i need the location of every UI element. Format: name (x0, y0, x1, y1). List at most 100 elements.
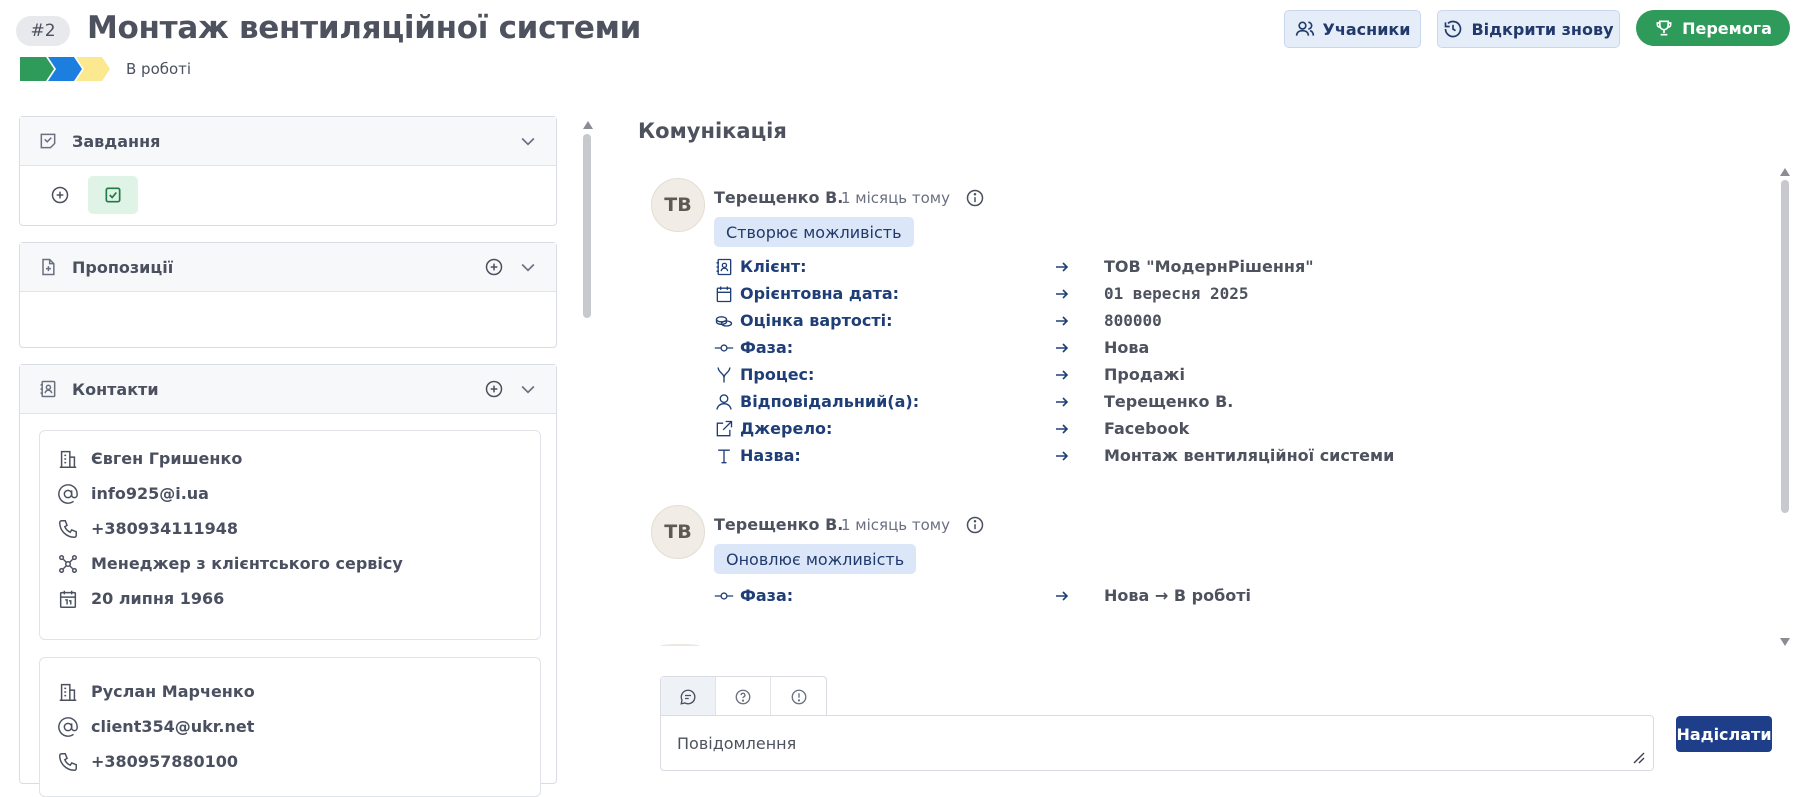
add-task-icon[interactable] (50, 185, 70, 205)
info-icon[interactable] (965, 188, 985, 208)
scroll-up-arrow-icon[interactable] (1779, 167, 1791, 177)
entry-action-badge: Оновлює можливість (714, 544, 917, 574)
field-row-source: Джерело: Facebook (714, 415, 1494, 442)
contacts-panel: Контакти Євген Гришенко info925@i.ua +38… (19, 364, 557, 797)
field-row-estimate: Оцінка вартості: 800000 (714, 307, 1494, 334)
field-label: Джерело: (740, 419, 833, 438)
composer-tabs (660, 676, 827, 717)
proposals-panel-header[interactable]: Пропозиції (20, 243, 556, 292)
network-icon (59, 554, 77, 573)
tasks-panel-header[interactable]: Завдання (20, 117, 556, 166)
chevron-down-icon[interactable] (518, 379, 538, 399)
tab-message[interactable] (661, 677, 716, 717)
contact-book-icon (40, 380, 56, 398)
chevron-down-icon[interactable] (518, 257, 538, 277)
document-plus-icon (42, 258, 55, 276)
calendar-icon (716, 286, 732, 302)
field-label: Назва: (740, 446, 801, 465)
scroll-up-arrow-icon[interactable] (582, 120, 594, 130)
contact-role-row: Менеджер з клієнтського сервісу (40, 546, 540, 581)
stage-progress[interactable] (20, 57, 110, 81)
stage-step-3[interactable] (76, 57, 110, 81)
scroll-down-arrow-icon[interactable] (1779, 637, 1791, 647)
chevron-down-icon[interactable] (518, 131, 538, 151)
alert-icon (791, 689, 806, 705)
arrow-right-icon (1056, 423, 1069, 434)
add-proposal-icon[interactable] (484, 257, 504, 277)
entry-time: 1 місяць тому (841, 189, 950, 207)
contact-card[interactable]: Євген Гришенко info925@i.ua +38093411194… (39, 430, 541, 640)
field-row-phase: Фаза: Нова → В роботі (714, 582, 1494, 609)
contact-birthday-row: 20 липня 1966 (40, 581, 540, 616)
field-label: Фаза: (740, 586, 794, 605)
phone-icon (59, 752, 77, 771)
field-value: Терещенко В. (1104, 392, 1234, 411)
arrow-right-icon (1056, 450, 1069, 461)
reopen-button[interactable]: Відкрити знову (1437, 10, 1620, 48)
field-value: Нова → В роботі (1104, 586, 1251, 605)
field-row-name: Назва: Монтаж вентиляційної системи (714, 442, 1494, 469)
info-icon[interactable] (965, 515, 985, 535)
entry-author[interactable]: Терещенко В. (714, 188, 843, 207)
stage-label: В роботі (126, 60, 192, 78)
building-icon (59, 450, 77, 468)
trophy-icon (1656, 20, 1672, 36)
participants-button[interactable]: Учасники (1284, 10, 1421, 48)
record-id-badge: #2 (16, 16, 70, 46)
client-icon (716, 258, 732, 275)
left-scrollbar-thumb[interactable] (583, 134, 591, 318)
avatar: ТВ (651, 505, 705, 559)
contact-email[interactable]: info925@i.ua (91, 484, 209, 503)
right-scrollbar-thumb[interactable] (1781, 180, 1789, 513)
field-row-date: Орієнтовна дата: 01 вересня 2025 (714, 280, 1494, 307)
building-icon (59, 683, 77, 701)
field-label: Фаза: (740, 338, 794, 357)
phone-icon (59, 519, 77, 538)
tab-question[interactable] (716, 677, 771, 717)
field-label: Відповідальний(а): (740, 392, 920, 411)
entry-time: 1 місяць тому (841, 516, 950, 534)
contact-birthday: 20 липня 1966 (91, 589, 225, 608)
proposals-panel-title: Пропозиції (72, 257, 174, 277)
field-row-process: Процес: Продажі (714, 361, 1494, 388)
contacts-panel-title: Контакти (72, 379, 159, 399)
coins-icon (715, 315, 733, 327)
win-button[interactable]: Перемога (1636, 10, 1790, 46)
history-icon (1445, 20, 1462, 38)
tasks-panel: Завдання (19, 116, 557, 226)
contact-card[interactable]: Руслан Марченко client354@ukr.net +38095… (39, 657, 541, 797)
process-icon (717, 366, 731, 382)
contact-phone[interactable]: +380934111948 (91, 519, 238, 538)
calendar-icon (59, 590, 77, 608)
message-composer (660, 715, 1654, 771)
avatar: ТВ (651, 178, 705, 232)
field-label: Орієнтовна дата: (740, 284, 900, 303)
contact-company-row: Руслан Марченко (40, 674, 540, 709)
contact-email[interactable]: client354@ukr.net (91, 717, 254, 736)
proposals-panel: Пропозиції (19, 242, 557, 348)
send-button[interactable]: Надіслати (1676, 716, 1772, 752)
message-input[interactable] (661, 716, 1653, 770)
tab-alert[interactable] (771, 677, 826, 717)
field-label: Оцінка вартості: (740, 311, 893, 330)
add-contact-icon[interactable] (484, 379, 504, 399)
contacts-panel-header[interactable]: Контакти (20, 365, 556, 414)
contact-name: Євген Гришенко (91, 449, 243, 468)
win-label: Перемога (1682, 18, 1772, 38)
users-icon (1295, 21, 1314, 36)
field-value: 800000 (1104, 311, 1162, 330)
contact-phone[interactable]: +380957880100 (91, 752, 238, 771)
completed-tasks-toggle[interactable] (88, 176, 138, 214)
field-label: Клієнт: (740, 257, 807, 276)
page-title: Монтаж вентиляційної системи (87, 10, 642, 46)
contact-name: Руслан Марченко (91, 682, 255, 701)
contact-role: Менеджер з клієнтського сервісу (91, 554, 403, 573)
external-link-icon (716, 420, 733, 436)
contact-phone-row: +380957880100 (40, 744, 540, 779)
resize-handle-icon[interactable] (1631, 750, 1645, 764)
text-icon (718, 449, 730, 463)
entry-author[interactable]: Терещенко В. (714, 515, 843, 534)
reopen-label: Відкрити знову (1471, 19, 1614, 39)
arrow-right-icon (1056, 342, 1069, 353)
arrow-right-icon (1056, 315, 1069, 326)
